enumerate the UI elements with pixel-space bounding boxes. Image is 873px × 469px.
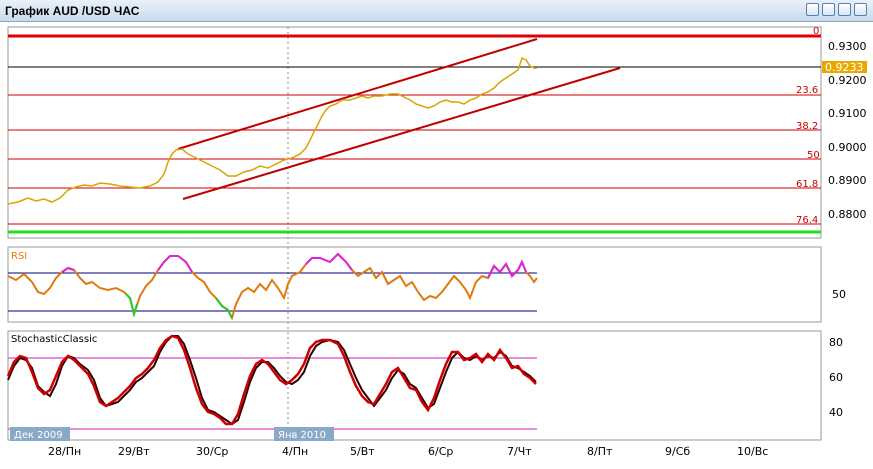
y-tick-2: 0.9100 [828,107,867,120]
stoch-tick-80: 80 [829,336,843,349]
fib-label-0: 0 [813,26,819,37]
rsi-tick-50: 50 [832,288,846,301]
x-label-1: 29/Вт [118,445,150,458]
close-button[interactable] [854,3,867,16]
fib-label-38: 38.2 [796,121,818,132]
fib-label-50: 50 [807,150,820,161]
x-label-7: 8/Пт [587,445,613,458]
rsi-label: RSI [11,251,27,262]
stoch-tick-40: 40 [829,406,843,419]
window-title: График AUD /USD ЧАС [5,4,140,18]
tile-button[interactable] [822,3,835,16]
fib-label-23: 23.6 [796,85,818,96]
month-badge-dec-label: Дек 2009 [14,430,63,441]
chart-svg[interactable]: 0.9233 0 23.6 38.2 50 61.8 76.4 0.9300 0… [0,22,873,465]
y-tick-1: 0.9200 [828,74,867,87]
window-titlebar: График AUD /USD ЧАС [0,0,873,22]
x-label-2: 30/Ср [196,445,228,458]
x-label-4: 5/Вт [350,445,375,458]
x-label-5: 6/Ср [428,445,453,458]
fib-label-76: 76.4 [796,215,818,226]
x-label-3: 4/Пн [282,445,308,458]
stoch-tick-60: 60 [829,371,843,384]
y-tick-5: 0.8800 [828,208,867,221]
month-badge-jan-label: Янв 2010 [278,430,326,441]
x-label-0: 28/Пн [48,445,81,458]
y-tick-4: 0.8900 [828,174,867,187]
chart-area[interactable]: 0.9233 0 23.6 38.2 50 61.8 76.4 0.9300 0… [0,22,873,465]
x-label-9: 10/Вс [737,445,768,458]
pause-button[interactable] [806,3,819,16]
x-label-8: 9/Сб [665,445,690,458]
fib-label-61: 61.8 [796,179,818,190]
x-label-6: 7/Чт [507,445,532,458]
window-controls [806,3,867,16]
x-axis: 28/Пн 29/Вт 30/Ср 4/Пн 5/Вт 6/Ср 7/Чт 8/… [48,445,768,458]
stoch-label: StochasticClassic [11,334,97,345]
maximize-button[interactable] [838,3,851,16]
y-tick-3: 0.9000 [828,141,867,154]
price-panel[interactable] [7,26,822,239]
y-tick-0: 0.9300 [828,40,867,53]
current-price-label: 0.9233 [825,61,864,74]
